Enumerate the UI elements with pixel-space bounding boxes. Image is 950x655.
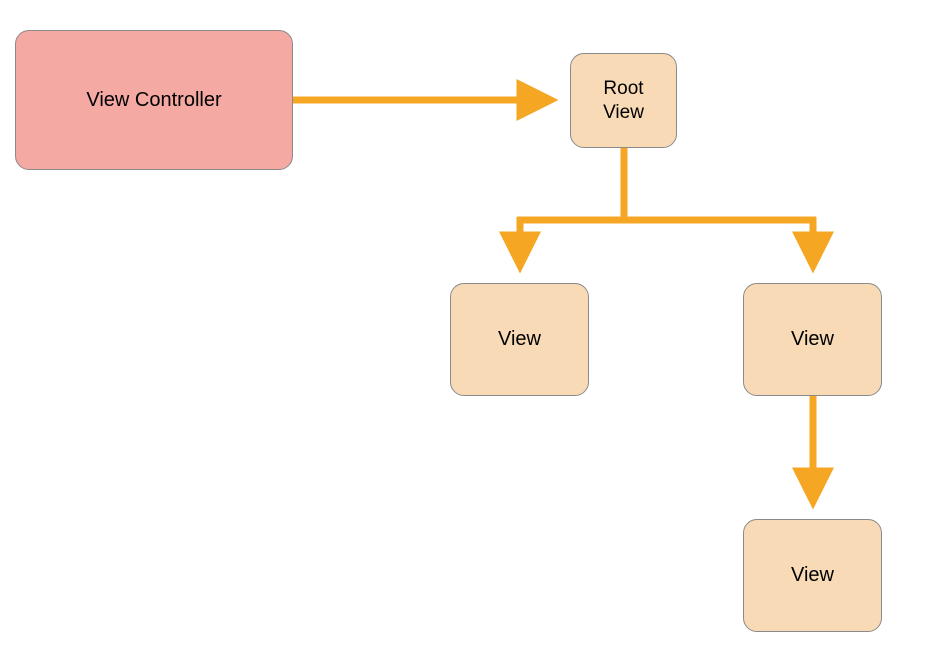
diagram-node-view-left: View bbox=[450, 283, 589, 396]
node-label: View Controller bbox=[86, 89, 221, 112]
diagram-node-root-view: Root View bbox=[570, 53, 677, 148]
node-label: View bbox=[498, 328, 541, 351]
diagram-node-view-controller: View Controller bbox=[15, 30, 293, 170]
diagram-node-view-grandchild: View bbox=[743, 519, 882, 632]
node-label: Root View bbox=[603, 77, 644, 125]
node-label: View bbox=[791, 564, 834, 587]
node-label: View bbox=[791, 328, 834, 351]
diagram-node-view-right: View bbox=[743, 283, 882, 396]
